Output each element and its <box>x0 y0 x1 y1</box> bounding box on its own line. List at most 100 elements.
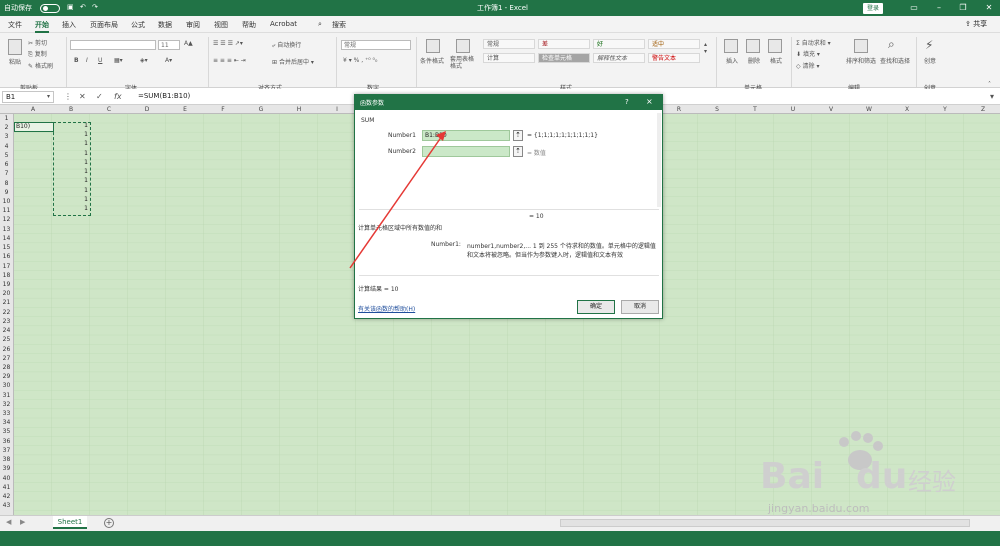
ideas-label[interactable]: 创意 <box>924 56 936 65</box>
style-normal[interactable]: 常规 <box>483 39 535 49</box>
delete-cells-icon[interactable] <box>746 39 760 53</box>
row-header[interactable]: 27 <box>0 354 13 363</box>
tab-formulas[interactable]: 公式 <box>131 20 145 30</box>
row-header[interactable]: 22 <box>0 308 13 317</box>
table-format-label[interactable]: 套用表格格式 <box>450 56 478 70</box>
collapse-ribbon-icon[interactable]: ˄ <box>988 81 991 88</box>
style-check-cell[interactable]: 检查单元格 <box>538 53 590 63</box>
row-header[interactable]: 19 <box>0 280 13 289</box>
style-explanatory[interactable]: 解释性文本 <box>593 53 645 63</box>
row-header[interactable]: 25 <box>0 335 13 344</box>
border-icon[interactable]: ▦▾ <box>114 57 123 64</box>
tab-help[interactable]: 帮助 <box>242 20 256 30</box>
restore-icon[interactable]: ❐ <box>958 3 968 13</box>
table-format-icon[interactable] <box>456 39 470 53</box>
delete-cells-label[interactable]: 删除 <box>748 56 760 65</box>
scroll-tabs-left-icon[interactable]: ◀ <box>6 518 11 526</box>
column-header[interactable]: I <box>318 105 356 114</box>
currency-icon[interactable]: ¥ ▾ % , ⁺⁰ ⁰₀ <box>343 57 377 64</box>
row-header[interactable]: 42 <box>0 492 13 501</box>
row-header[interactable]: 13 <box>0 225 13 234</box>
row-header[interactable]: 12 <box>0 215 13 224</box>
row-header[interactable]: 11 <box>0 206 13 215</box>
undo-icon[interactable]: ↶ <box>80 3 86 11</box>
format-cells-label[interactable]: 格式 <box>770 56 782 65</box>
insert-cells-icon[interactable] <box>724 39 738 53</box>
scroll-tabs-right-icon[interactable]: ▶ <box>20 518 25 526</box>
column-header[interactable]: V <box>812 105 850 114</box>
expand-formula-icon[interactable]: ▾ <box>990 92 994 101</box>
args-scrollbar[interactable] <box>657 113 661 207</box>
font-size-combo[interactable]: 11 <box>158 40 180 50</box>
paste-icon[interactable] <box>8 39 22 55</box>
row-header[interactable]: 31 <box>0 391 13 400</box>
row-header[interactable]: 18 <box>0 271 13 280</box>
cancel-formula-icon[interactable]: ✕ <box>79 92 86 101</box>
save-icon[interactable]: ▣ <box>67 3 74 11</box>
style-calculation[interactable]: 计算 <box>483 53 535 63</box>
search-label[interactable]: 搜索 <box>332 20 346 30</box>
number2-input[interactable] <box>422 146 510 157</box>
column-header[interactable]: H <box>280 105 318 114</box>
underline-button[interactable]: U <box>98 57 102 64</box>
row-header[interactable]: 41 <box>0 483 13 492</box>
add-sheet-icon[interactable]: + <box>104 518 114 528</box>
row-header[interactable]: 6 <box>0 160 13 169</box>
row-header[interactable]: 7 <box>0 169 13 178</box>
font-color-icon[interactable]: A▾ <box>165 57 172 64</box>
tab-page-layout[interactable]: 页面布局 <box>90 20 118 30</box>
row-header[interactable]: 5 <box>0 151 13 160</box>
row-header[interactable]: 40 <box>0 474 13 483</box>
dialog-help-icon[interactable]: ? <box>625 98 629 106</box>
font-grow-icon[interactable]: A▲ <box>184 40 193 47</box>
row-header[interactable]: 2 <box>0 123 13 132</box>
column-header[interactable]: A <box>14 105 52 114</box>
format-painter-button[interactable]: ✎ 格式刷 <box>28 61 53 70</box>
ideas-icon[interactable]: ⚡ <box>925 38 933 52</box>
insert-cells-label[interactable]: 插入 <box>726 56 738 65</box>
column-header[interactable]: R <box>660 105 698 114</box>
row-header[interactable]: 17 <box>0 262 13 271</box>
clear-button[interactable]: ◇ 清除 ▾ <box>796 61 819 70</box>
font-name-combo[interactable] <box>70 40 156 50</box>
sheet-tab-sheet1[interactable]: Sheet1 <box>53 516 87 529</box>
style-neutral[interactable]: 适中 <box>648 39 700 49</box>
sort-filter-icon[interactable] <box>854 39 868 53</box>
sort-filter-label[interactable]: 排序和筛选 <box>846 56 876 65</box>
row-header[interactable]: 23 <box>0 317 13 326</box>
row-header[interactable]: 8 <box>0 179 13 188</box>
insert-function-icon[interactable]: fx <box>114 92 122 101</box>
fill-button[interactable]: ⬇ 填充 ▾ <box>796 49 820 58</box>
find-select-label[interactable]: 查找和选择 <box>880 56 910 65</box>
column-header[interactable]: U <box>774 105 812 114</box>
tab-data[interactable]: 数据 <box>158 20 172 30</box>
dialog-close-icon[interactable]: × <box>646 97 653 106</box>
style-warning[interactable]: 警告文本 <box>648 53 700 63</box>
conditional-format-icon[interactable] <box>426 39 440 53</box>
format-cells-icon[interactable] <box>768 39 782 53</box>
bold-button[interactable]: B <box>74 57 79 64</box>
redo-icon[interactable]: ↷ <box>92 3 98 11</box>
column-header[interactable]: Y <box>926 105 964 114</box>
tab-view[interactable]: 视图 <box>214 20 228 30</box>
italic-button[interactable]: I <box>86 57 88 64</box>
style-bad[interactable]: 差 <box>538 39 590 49</box>
merge-center-button[interactable]: ⊞ 合并后居中 ▾ <box>272 57 314 66</box>
cancel-button[interactable]: 取消 <box>621 300 659 314</box>
row-header[interactable]: 3 <box>0 132 13 141</box>
row-header[interactable]: 36 <box>0 437 13 446</box>
row-header[interactable]: 1 <box>0 114 13 123</box>
autosum-button[interactable]: Σ 自动求和 ▾ <box>796 38 831 47</box>
number-format-combo[interactable]: 常规 <box>341 40 411 50</box>
row-header[interactable]: 34 <box>0 418 13 427</box>
column-header[interactable]: X <box>888 105 926 114</box>
tab-insert[interactable]: 插入 <box>62 20 76 30</box>
number1-input[interactable]: B1:B10 <box>422 130 510 141</box>
wrap-text-button[interactable]: ⤶ 自动换行 <box>272 40 301 50</box>
row-header[interactable]: 28 <box>0 363 13 372</box>
row-header[interactable]: 15 <box>0 243 13 252</box>
row-header[interactable]: 33 <box>0 409 13 418</box>
row-header[interactable]: 26 <box>0 345 13 354</box>
number1-collapse-icon[interactable]: ⇡ <box>513 130 523 141</box>
column-header[interactable]: B <box>52 105 90 114</box>
